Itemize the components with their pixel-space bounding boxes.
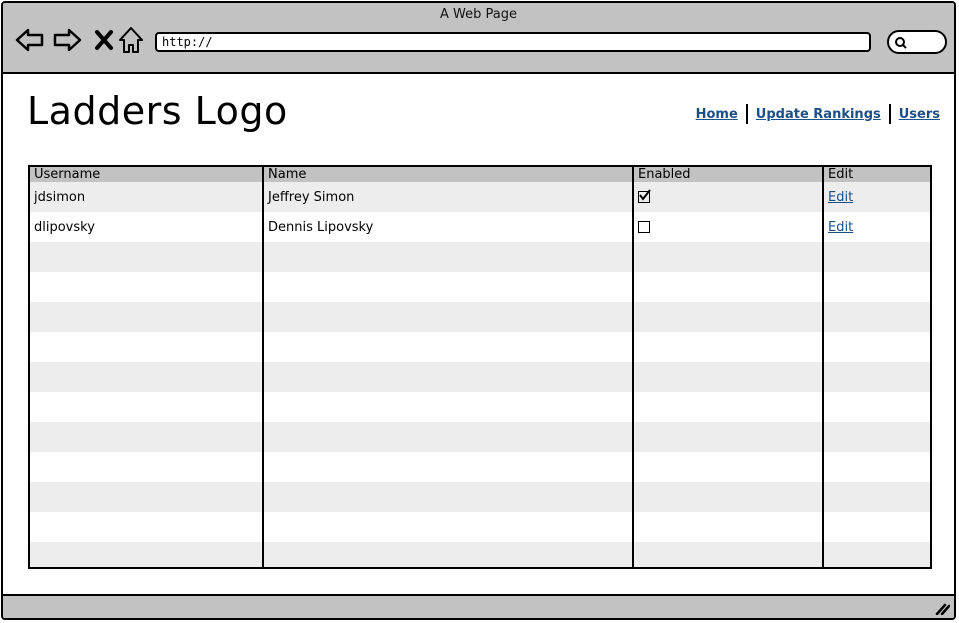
nav-divider [888,104,891,124]
top-navigation: Home Update Rankings Users [696,104,940,124]
empty-cell [823,302,930,332]
empty-cell [30,302,264,332]
edit-link[interactable]: Edit [828,220,853,235]
checkmark-icon [639,189,651,201]
search-icon [895,37,907,49]
empty-cell [823,452,930,482]
empty-cell [263,272,634,302]
empty-cell [633,422,824,452]
empty-cell [633,392,824,422]
cell-username: jdsimon [30,182,264,212]
empty-cell [30,332,264,362]
empty-table-row [30,452,930,482]
empty-cell [823,392,930,422]
browser-statusbar [3,594,954,618]
column-header-name[interactable]: Name [263,167,634,182]
browser-window: A Web Page http:// Ladders Logo Home Upd… [1,1,956,620]
empty-cell [263,512,634,542]
resize-grip-icon[interactable] [934,601,950,615]
nav-divider [745,104,748,124]
empty-cell [633,512,824,542]
empty-cell [263,362,634,392]
empty-cell [263,482,634,512]
empty-cell [263,542,634,567]
forward-arrow-icon[interactable] [52,25,82,55]
empty-cell [30,452,264,482]
empty-cell [263,332,634,362]
empty-cell [30,272,264,302]
nav-users-link[interactable]: Users [899,107,940,122]
cell-enabled [633,182,824,212]
table-row: dlipovsky Dennis Lipovsky Edit [30,212,930,242]
table-row: jdsimon Jeffrey Simon Edit [30,182,930,212]
empty-table-row [30,362,930,392]
cell-name: Jeffrey Simon [263,182,634,212]
site-logo: Ladders Logo [27,89,288,133]
empty-table-row [30,542,930,567]
empty-cell [633,362,824,392]
back-arrow-icon[interactable] [15,25,45,55]
cell-name: Dennis Lipovsky [263,212,634,242]
empty-table-row [30,242,930,272]
empty-table-row [30,332,930,362]
empty-cell [823,482,930,512]
empty-cell [30,392,264,422]
home-icon[interactable] [116,25,146,55]
empty-cell [30,362,264,392]
empty-cell [823,272,930,302]
empty-cell [30,242,264,272]
empty-cell [263,452,634,482]
browser-titlebar: A Web Page http:// [3,3,954,74]
cell-edit: Edit [823,182,930,212]
empty-table-row [30,272,930,302]
empty-cell [823,422,930,452]
cell-edit: Edit [823,212,930,242]
empty-cell [263,302,634,332]
empty-table-row [30,422,930,452]
window-title: A Web Page [440,7,517,22]
stop-x-icon[interactable] [89,25,119,55]
empty-cell [823,362,930,392]
empty-cell [30,422,264,452]
empty-table-row [30,392,930,422]
empty-cell [633,452,824,482]
empty-cell [823,332,930,362]
empty-cell [30,512,264,542]
column-header-enabled[interactable]: Enabled [633,167,824,182]
empty-cell [633,482,824,512]
empty-table-row [30,302,930,332]
cell-username: dlipovsky [30,212,264,242]
empty-table-row [30,482,930,512]
empty-cell [30,482,264,512]
enabled-checkbox[interactable] [638,189,651,203]
cell-enabled [633,212,824,242]
column-header-username[interactable]: Username [30,167,264,182]
empty-cell [263,392,634,422]
empty-cell [263,242,634,272]
empty-cell [263,422,634,452]
empty-cell [633,272,824,302]
table-header-row: Username Name Enabled Edit [30,167,930,182]
empty-cell [633,332,824,362]
url-input[interactable]: http:// [155,32,871,52]
nav-update-rankings-link[interactable]: Update Rankings [756,107,881,122]
empty-cell [633,242,824,272]
edit-link[interactable]: Edit [828,190,853,205]
browser-search-field[interactable] [887,30,947,54]
empty-cell [823,512,930,542]
enabled-checkbox[interactable] [638,221,650,233]
column-header-edit[interactable]: Edit [823,167,930,182]
users-table: Username Name Enabled Edit jdsimon Jeffre… [28,165,932,569]
empty-cell [633,542,824,567]
empty-cell [633,302,824,332]
nav-home-link[interactable]: Home [696,107,738,122]
empty-cell [823,542,930,567]
empty-cell [30,542,264,567]
empty-cell [823,242,930,272]
empty-table-row [30,512,930,542]
